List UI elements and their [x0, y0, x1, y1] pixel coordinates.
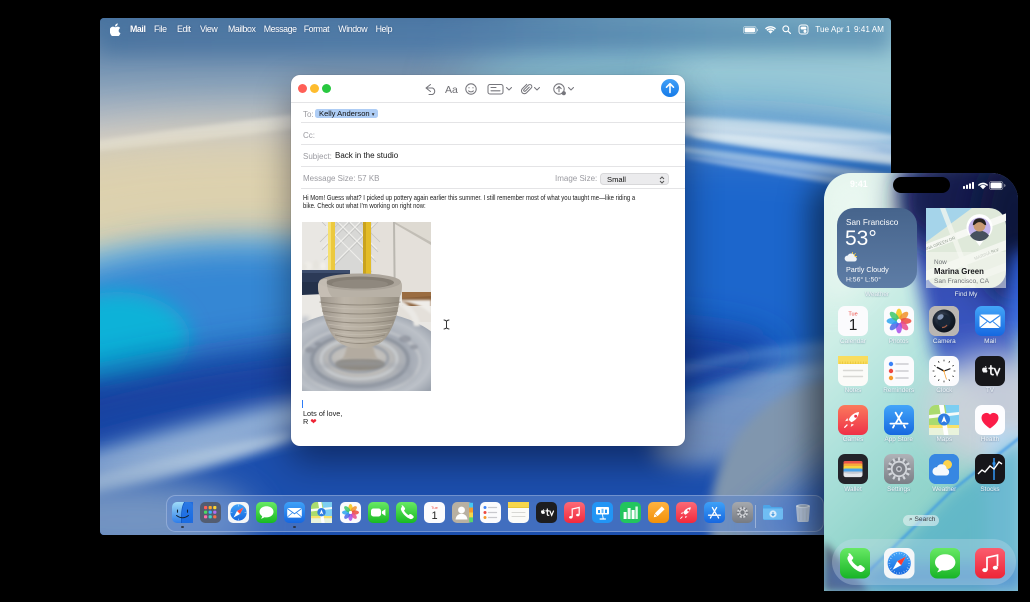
svg-text:H:56° L:50°: H:56° L:50°	[846, 276, 881, 284]
svg-text:Partly Cloudy: Partly Cloudy	[846, 265, 889, 274]
svg-text:San Francisco: San Francisco	[846, 218, 899, 227]
svg-text:1: 1	[849, 317, 858, 334]
svg-text:Aa: Aa	[445, 84, 458, 96]
svg-text:1: 1	[431, 510, 437, 522]
svg-text:53°: 53°	[845, 227, 877, 250]
svg-text:Now: Now	[934, 259, 947, 266]
svg-text:Marina Green: Marina Green	[934, 267, 984, 276]
svg-text:San Francisco, CA: San Francisco, CA	[934, 278, 990, 285]
